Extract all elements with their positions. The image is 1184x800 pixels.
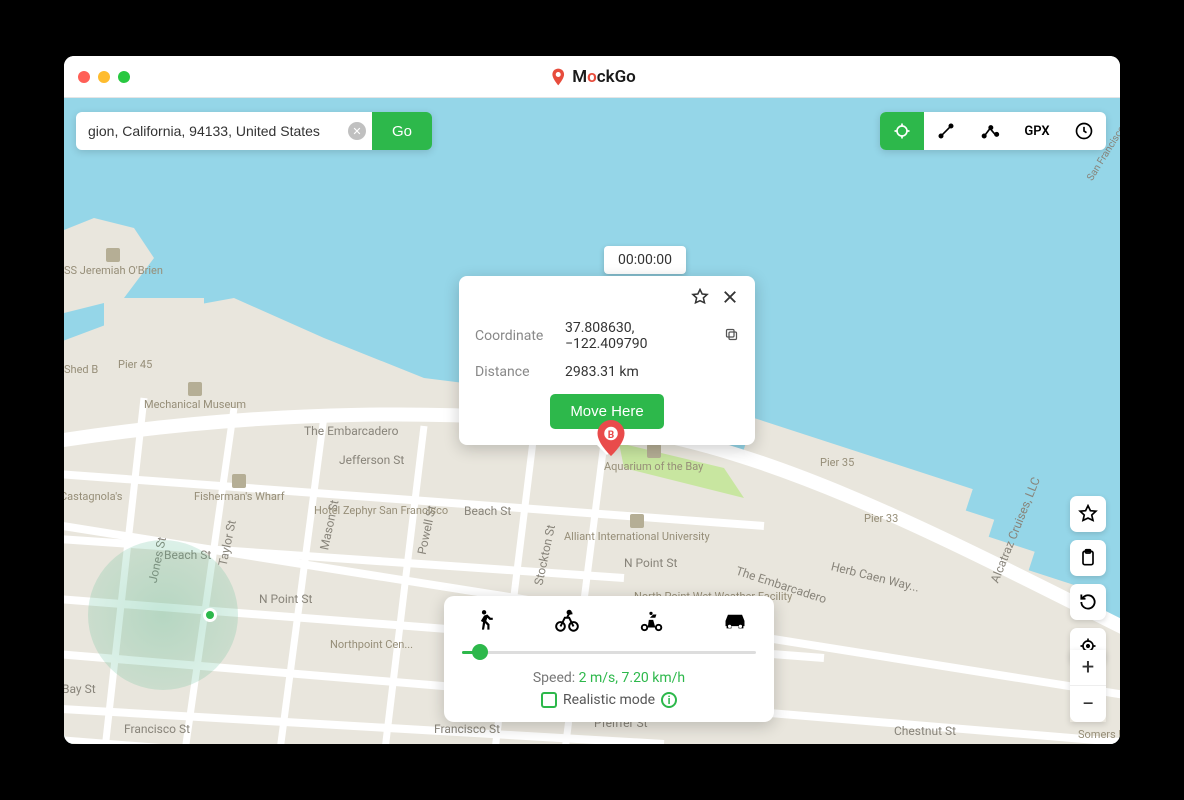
- distance-label: Distance: [475, 364, 565, 380]
- poi-label: Somers Pl: [1078, 728, 1120, 741]
- favorites-list-button[interactable]: [1070, 496, 1106, 532]
- street-label: N Point St: [259, 592, 312, 606]
- teleport-mode-button[interactable]: [880, 112, 924, 150]
- zoom-in-button[interactable]: +: [1070, 650, 1106, 686]
- poi-label: Pier 45: [118, 358, 152, 371]
- mode-toolbar: GPX: [880, 112, 1106, 150]
- copy-coordinate-button[interactable]: [724, 327, 739, 346]
- compass-joystick[interactable]: [88, 540, 238, 690]
- search-input[interactable]: [76, 112, 372, 150]
- poi-label: Fisherman's Wharf: [194, 474, 285, 503]
- app-title-text: MockGo: [572, 67, 636, 87]
- street-label: Francisco St: [434, 722, 500, 736]
- multi-spot-mode-button[interactable]: [968, 112, 1012, 150]
- street-label: Jefferson St: [339, 453, 404, 467]
- maximize-window-button[interactable]: [118, 71, 130, 83]
- app-title: MockGo: [548, 67, 636, 87]
- map[interactable]: The Embarcadero Jefferson St Beach St Be…: [64, 98, 1120, 744]
- distance-value: 2983.31 km: [565, 364, 739, 380]
- go-button[interactable]: Go: [372, 112, 432, 150]
- street-label: Chestnut St: [894, 724, 956, 738]
- speed-slider[interactable]: [462, 642, 756, 662]
- poi-label: Pier 35: [820, 456, 854, 469]
- street-label: N Point St: [624, 556, 677, 570]
- location-marker[interactable]: B: [597, 420, 625, 456]
- poi-label: Hotel Zephyr San Francisco: [314, 504, 448, 517]
- svg-text:B: B: [608, 430, 614, 441]
- window-controls: [78, 71, 130, 83]
- timer-display: 00:00:00: [604, 246, 686, 274]
- clear-search-button[interactable]: ✕: [348, 122, 366, 140]
- poi-label: Alliant International University: [564, 514, 710, 543]
- street-label: Beach St: [464, 504, 511, 518]
- history-button[interactable]: [1062, 112, 1106, 150]
- poi-label: Pier 33: [864, 512, 898, 525]
- gpx-button[interactable]: GPX: [1012, 112, 1062, 150]
- poi-label: SS Jeremiah O'Brien: [64, 248, 163, 277]
- favorite-button[interactable]: [691, 288, 709, 310]
- zoom-out-button[interactable]: −: [1070, 686, 1106, 722]
- realistic-info-button[interactable]: i: [661, 692, 677, 708]
- poi-label: Castagnola's: [64, 490, 122, 503]
- zoom-controls: + −: [1070, 650, 1106, 722]
- close-card-button[interactable]: [721, 288, 739, 310]
- street-label: The Embarcadero: [304, 424, 398, 438]
- two-spot-mode-button[interactable]: [924, 112, 968, 150]
- reset-button[interactable]: [1070, 584, 1106, 620]
- car-mode-icon[interactable]: [722, 608, 748, 638]
- speed-panel: Speed: 2 m/s, 7.20 km/h Realistic mode i: [444, 596, 774, 722]
- app-window: MockGo: [64, 56, 1120, 744]
- clipboard-button[interactable]: [1070, 540, 1106, 576]
- coordinate-value: 37.808630, −122.409790: [565, 320, 718, 352]
- poi-label: Northpoint Cen...: [330, 638, 413, 651]
- scooter-mode-icon[interactable]: [638, 608, 664, 638]
- search-bar: ✕ Go: [76, 112, 432, 150]
- close-window-button[interactable]: [78, 71, 90, 83]
- minimize-window-button[interactable]: [98, 71, 110, 83]
- realistic-mode-checkbox[interactable]: [541, 692, 557, 708]
- speed-display: Speed: 2 m/s, 7.20 km/h: [462, 670, 756, 686]
- realistic-mode-label: Realistic mode: [563, 692, 655, 708]
- walk-mode-icon[interactable]: [470, 608, 496, 638]
- bike-mode-icon[interactable]: [554, 608, 580, 638]
- title-bar: MockGo: [64, 56, 1120, 98]
- street-label: Bay St: [64, 682, 96, 696]
- poi-label: Mechanical Museum: [144, 382, 246, 411]
- coordinate-label: Coordinate: [475, 328, 565, 344]
- poi-label: Shed B: [64, 363, 98, 376]
- app-logo-icon: [548, 67, 568, 87]
- side-toolbar: [1070, 496, 1106, 664]
- street-label: Francisco St: [124, 722, 190, 736]
